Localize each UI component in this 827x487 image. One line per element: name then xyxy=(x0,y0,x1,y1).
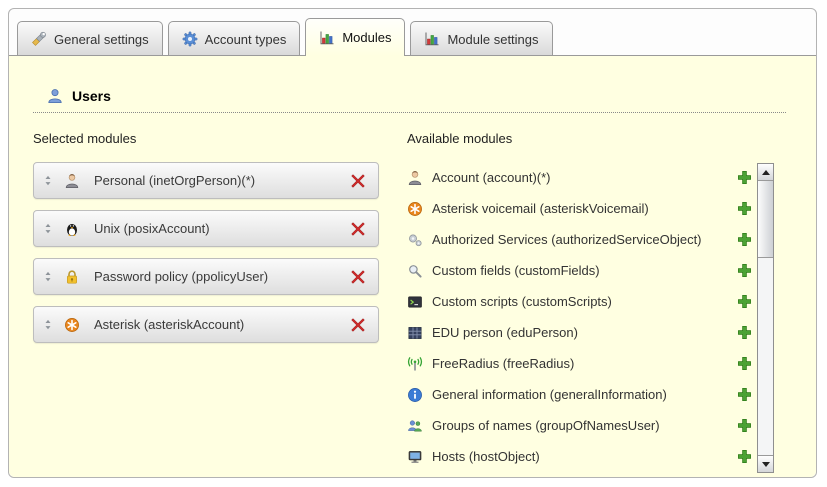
triangle-up-icon xyxy=(762,170,770,175)
selected-modules-column: Selected modules Personal (inetOrgPerson… xyxy=(33,131,379,472)
available-module-row: FreeRadius (freeRadius) xyxy=(407,348,752,379)
available-module-label: Asterisk voicemail (asteriskVoicemail) xyxy=(432,201,737,216)
available-module-row: Custom fields (customFields) xyxy=(407,255,752,286)
penguin-icon xyxy=(64,221,80,237)
add-icon[interactable] xyxy=(737,232,752,247)
available-modules-heading: Available modules xyxy=(407,131,774,146)
available-module-label: Custom fields (customFields) xyxy=(432,263,737,278)
person-icon xyxy=(64,173,80,189)
selected-module-row[interactable]: Personal (inetOrgPerson)(*) xyxy=(33,162,379,199)
lock-icon xyxy=(64,269,80,285)
available-module-row: EDU person (eduPerson) xyxy=(407,317,752,348)
lam-configuration-widget: General settings Account types Modules M… xyxy=(8,8,817,478)
selected-module-row[interactable]: Password policy (ppolicyUser) xyxy=(33,258,379,295)
section-title: Users xyxy=(72,88,111,104)
scrollbar-thumb[interactable] xyxy=(758,181,773,258)
available-module-label: General information (generalInformation) xyxy=(432,387,737,402)
host-icon xyxy=(407,449,423,465)
selected-module-row[interactable]: Asterisk (asteriskAccount) xyxy=(33,306,379,343)
edu-icon xyxy=(407,325,423,341)
available-module-row: Hosts (hostObject) xyxy=(407,441,752,472)
tab-label: Module settings xyxy=(447,32,538,47)
selected-module-label: Password policy (ppolicyUser) xyxy=(94,269,350,284)
scrollbar-track[interactable] xyxy=(758,181,773,455)
available-module-label: FreeRadius (freeRadius) xyxy=(432,356,737,371)
users-icon xyxy=(47,88,63,104)
tab-modules[interactable]: Modules xyxy=(305,18,405,56)
modules-icon xyxy=(424,31,440,47)
scroll-down-button[interactable] xyxy=(758,455,773,472)
available-module-label: EDU person (eduPerson) xyxy=(432,325,737,340)
asterisk-icon xyxy=(64,317,80,333)
wrench-icon xyxy=(31,31,47,47)
available-module-row: Groups of names (groupOfNamesUser) xyxy=(407,410,752,441)
selected-module-label: Unix (posixAccount) xyxy=(94,221,350,236)
info-icon xyxy=(407,387,423,403)
delete-icon[interactable] xyxy=(350,269,366,285)
available-module-label: Authorized Services (authorizedServiceOb… xyxy=(432,232,737,247)
radius-icon xyxy=(407,356,423,372)
available-module-label: Custom scripts (customScripts) xyxy=(432,294,737,309)
add-icon[interactable] xyxy=(737,356,752,371)
selected-modules-list: Personal (inetOrgPerson)(*) Unix (posixA… xyxy=(33,162,379,343)
add-icon[interactable] xyxy=(737,201,752,216)
tab-account-types[interactable]: Account types xyxy=(168,21,301,56)
available-module-row: Account (account)(*) xyxy=(407,162,752,193)
available-module-label: Account (account)(*) xyxy=(432,170,737,185)
drag-handle-icon[interactable] xyxy=(43,222,53,235)
available-module-row: Custom scripts (customScripts) xyxy=(407,286,752,317)
module-columns: Selected modules Personal (inetOrgPerson… xyxy=(33,131,774,472)
modules-panel: Users Selected modules Personal (inetOrg… xyxy=(9,56,816,477)
selected-module-label: Asterisk (asteriskAccount) xyxy=(94,317,350,332)
add-icon[interactable] xyxy=(737,294,752,309)
available-module-row: Authorized Services (authorizedServiceOb… xyxy=(407,224,752,255)
modules-icon xyxy=(319,30,335,46)
section-divider xyxy=(33,112,786,113)
page: General settings Account types Modules M… xyxy=(0,0,827,487)
services-icon xyxy=(407,232,423,248)
gear-icon xyxy=(182,31,198,47)
add-icon[interactable] xyxy=(737,449,752,464)
available-module-label: Hosts (hostObject) xyxy=(432,449,737,464)
available-modules-column: Available modules Account (account)(*) A… xyxy=(407,131,774,472)
available-module-label: Groups of names (groupOfNamesUser) xyxy=(432,418,737,433)
triangle-down-icon xyxy=(762,462,770,467)
add-icon[interactable] xyxy=(737,170,752,185)
add-icon[interactable] xyxy=(737,263,752,278)
add-icon[interactable] xyxy=(737,418,752,433)
users-section-heading: Users xyxy=(47,88,816,104)
tab-label: Account types xyxy=(205,32,287,47)
tab-label: General settings xyxy=(54,32,149,47)
person-icon xyxy=(407,170,423,186)
drag-handle-icon[interactable] xyxy=(43,270,53,283)
tab-label: Modules xyxy=(342,30,391,45)
available-modules-list: Account (account)(*) Asterisk voicemail … xyxy=(407,162,752,472)
available-modules-scrollbar[interactable] xyxy=(757,163,774,473)
drag-handle-icon[interactable] xyxy=(43,318,53,331)
asterisk-icon xyxy=(407,201,423,217)
add-icon[interactable] xyxy=(737,387,752,402)
tab-general-settings[interactable]: General settings xyxy=(17,21,163,56)
selected-module-row[interactable]: Unix (posixAccount) xyxy=(33,210,379,247)
delete-icon[interactable] xyxy=(350,317,366,333)
available-module-row: Asterisk voicemail (asteriskVoicemail) xyxy=(407,193,752,224)
delete-icon[interactable] xyxy=(350,173,366,189)
script-icon xyxy=(407,294,423,310)
drag-handle-icon[interactable] xyxy=(43,174,53,187)
magnifier-icon xyxy=(407,263,423,279)
tab-bar: General settings Account types Modules M… xyxy=(9,9,816,56)
group-icon xyxy=(407,418,423,434)
selected-modules-heading: Selected modules xyxy=(33,131,379,146)
tab-module-settings[interactable]: Module settings xyxy=(410,21,552,56)
available-module-row: General information (generalInformation) xyxy=(407,379,752,410)
add-icon[interactable] xyxy=(737,325,752,340)
selected-module-label: Personal (inetOrgPerson)(*) xyxy=(94,173,350,188)
delete-icon[interactable] xyxy=(350,221,366,237)
scroll-up-button[interactable] xyxy=(758,164,773,181)
